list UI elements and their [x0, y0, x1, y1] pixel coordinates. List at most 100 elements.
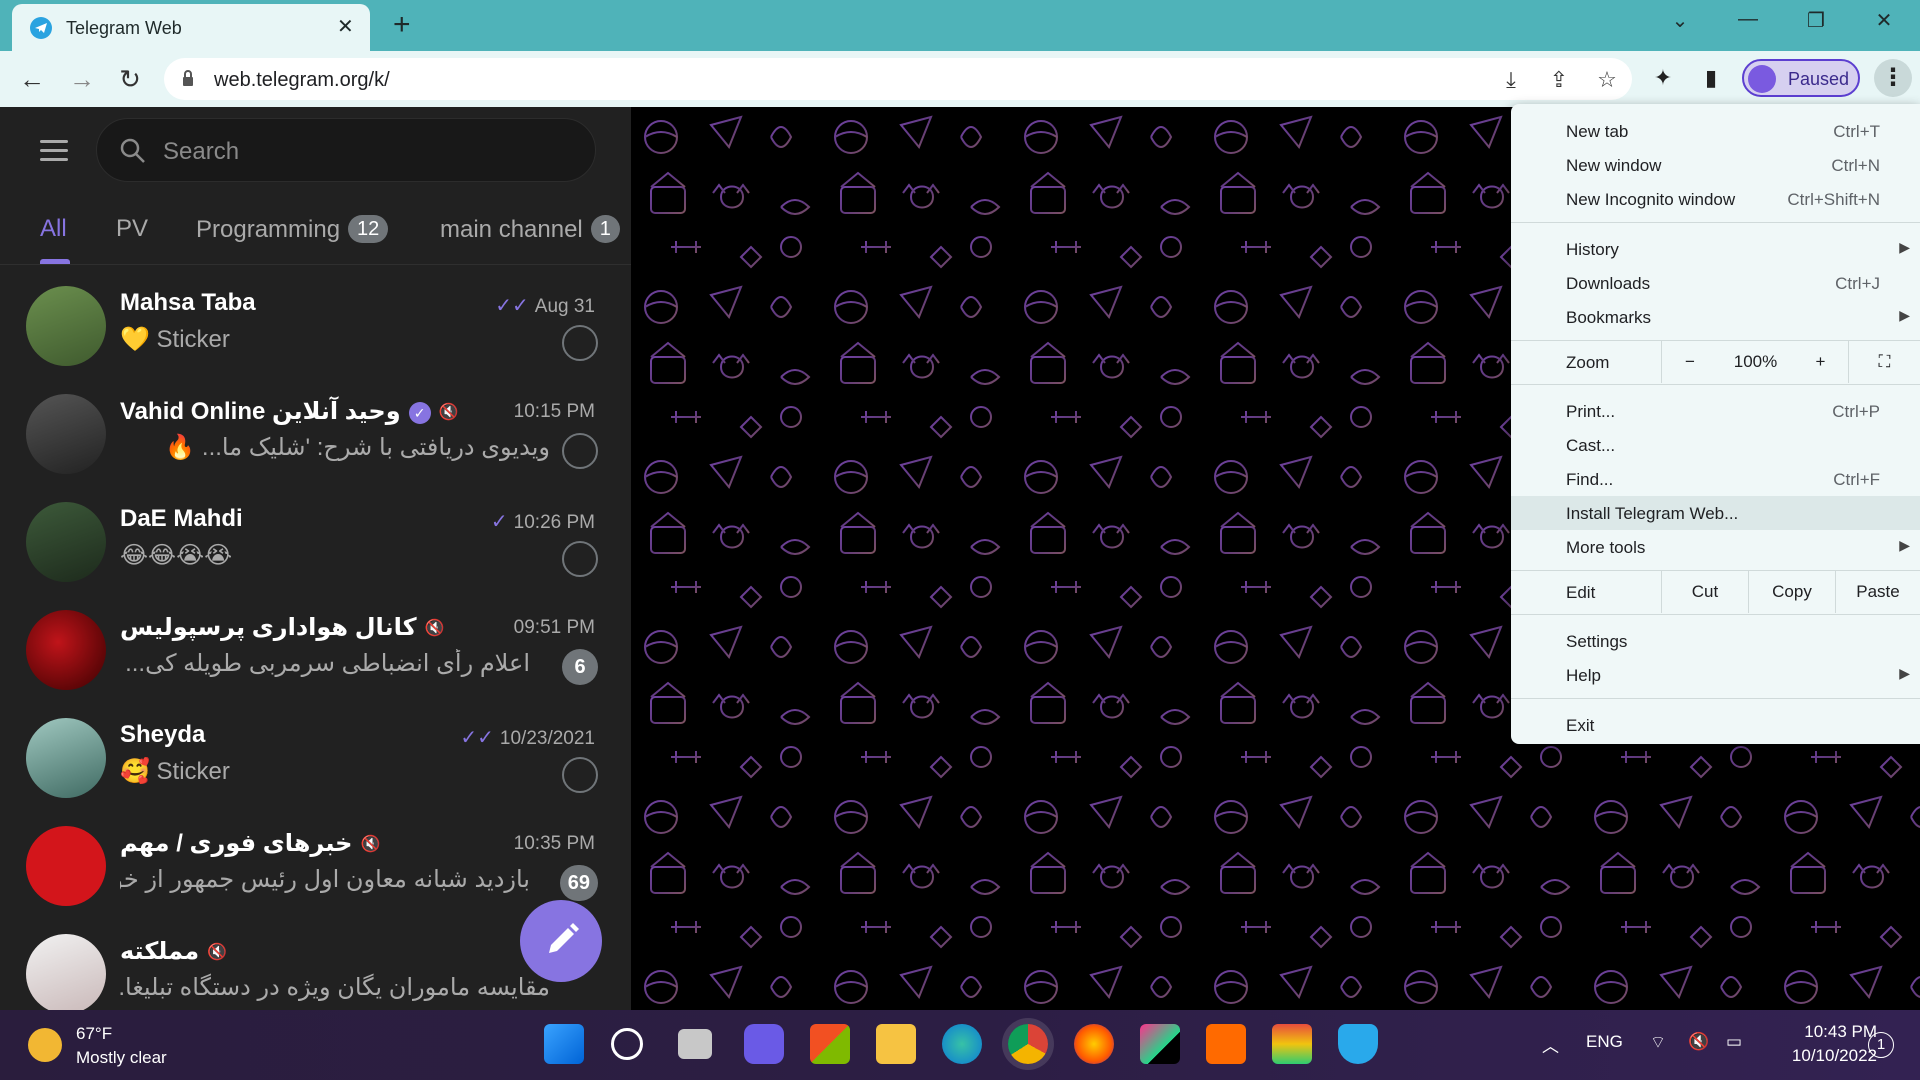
forward-button[interactable]: → — [66, 63, 98, 95]
tab-close-icon[interactable]: ✕ — [337, 14, 354, 39]
orange-app-icon[interactable] — [1206, 1024, 1246, 1064]
battery-icon[interactable]: ▭ — [1726, 1032, 1742, 1052]
notification-badge[interactable]: 1 — [1868, 1032, 1894, 1058]
menu-item-bookmarks[interactable]: Bookmarks ▶ — [1511, 300, 1920, 334]
chat-name: Mahsa Taba — [120, 289, 256, 316]
menu-item-find[interactable]: Find... Ctrl+F — [1511, 462, 1920, 496]
microsoft-store-icon[interactable] — [810, 1024, 850, 1064]
menu-item-cast[interactable]: Cast... — [1511, 428, 1920, 462]
telegram-sidebar: Search All PV Programming 12 main channel… — [0, 107, 631, 1010]
menu-item-new-incognito[interactable]: New Incognito window Ctrl+Shift+N — [1511, 182, 1920, 216]
bookmark-star-icon[interactable]: ☆ — [1594, 67, 1620, 93]
profile-status: Paused — [1788, 69, 1850, 89]
weather-description[interactable]: Mostly clear — [76, 1048, 167, 1068]
new-message-button[interactable] — [520, 900, 602, 982]
tab-search-icon[interactable]: ⌄ — [1660, 8, 1700, 38]
tab-programming[interactable]: Programming 12 — [196, 215, 389, 244]
chat-row[interactable]: Mahsa Taba ✓✓ Aug 31 💛 Sticker — [0, 266, 631, 374]
install-app-icon[interactable]: ⤓ — [1498, 67, 1524, 93]
chat-row[interactable]: Sheyda ✓✓ 10/23/2021 🥰 Sticker — [0, 698, 631, 806]
zoom-in-button[interactable]: + — [1793, 341, 1848, 383]
bluestacks-icon[interactable] — [1272, 1024, 1312, 1064]
chrome-icon[interactable] — [1008, 1024, 1048, 1064]
menu-item-history[interactable]: History ▶ — [1511, 232, 1920, 266]
tab-main-channel[interactable]: main channel 1 — [440, 215, 620, 244]
menu-item-new-tab[interactable]: New tab Ctrl+T — [1511, 114, 1920, 148]
chat-name: خبرهای فوری / مهم 🔇 — [120, 829, 380, 858]
chat-row[interactable]: کانال هواداری پرسپولیس 🔇 09:51 PM اعلام ر… — [0, 590, 631, 698]
firefox-icon[interactable] — [1074, 1024, 1114, 1064]
language-indicator[interactable]: ENG — [1586, 1032, 1623, 1052]
chat-row[interactable]: Vahid Online وحید آنلاین ✓ 🔇 10:15 PM ویدی… — [0, 374, 631, 482]
tab-pv[interactable]: PV — [116, 215, 148, 243]
clock-date[interactable]: 10/10/2022 — [1768, 1046, 1877, 1066]
cut-button[interactable]: Cut — [1661, 571, 1748, 613]
volume-muted-icon[interactable]: 🔇 — [1688, 1032, 1709, 1052]
chat-row[interactable]: DaE Mahdi ✓ 10:26 PM 😂😂😭😭 — [0, 482, 631, 590]
tab-all[interactable]: All — [40, 215, 67, 243]
chat-row[interactable]: خبرهای فوری / مهم 🔇 10:35 PM بازدید شبانه… — [0, 806, 631, 914]
menu-label: Cast... — [1566, 436, 1616, 455]
vpn-shield-icon[interactable] — [1338, 1024, 1378, 1064]
menu-item-install-app[interactable]: Install Telegram Web... — [1511, 496, 1920, 530]
avatar — [26, 610, 106, 690]
submenu-arrow-icon: ▶ — [1899, 537, 1910, 553]
menu-label: New Incognito window — [1566, 190, 1736, 209]
minimize-button[interactable]: — — [1728, 8, 1768, 38]
avatar — [26, 718, 106, 798]
tab-label: All — [40, 215, 67, 242]
profile-button[interactable]: Paused — [1742, 59, 1860, 97]
new-tab-button[interactable]: + — [393, 8, 411, 42]
copy-button[interactable]: Copy — [1748, 571, 1835, 613]
share-icon[interactable]: ⇪ — [1546, 67, 1572, 93]
menu-label: More tools — [1566, 538, 1646, 557]
side-panel-icon[interactable]: ▮ — [1696, 63, 1726, 93]
menu-item-more-tools[interactable]: More tools ▶ — [1511, 530, 1920, 564]
close-window-button[interactable]: ✕ — [1864, 8, 1904, 38]
menu-item-new-window[interactable]: New window Ctrl+N — [1511, 148, 1920, 182]
chat-name: Vahid Online وحید آنلاین ✓ 🔇 — [120, 397, 459, 426]
menu-item-help[interactable]: Help ▶ — [1511, 658, 1920, 692]
edge-icon[interactable] — [942, 1024, 982, 1064]
zoom-out-button[interactable]: − — [1661, 341, 1718, 383]
hamburger-menu-icon[interactable] — [40, 140, 68, 162]
fullscreen-icon[interactable]: ⛶ — [1848, 341, 1920, 383]
pin-icon — [562, 757, 598, 793]
submenu-arrow-icon: ▶ — [1899, 307, 1910, 323]
browser-tab[interactable]: Telegram Web ✕ — [12, 4, 370, 51]
restore-button[interactable]: ❐ — [1796, 8, 1836, 38]
chat-time-value: Aug 31 — [534, 296, 595, 317]
paste-button[interactable]: Paste — [1835, 571, 1920, 613]
teams-chat-icon[interactable] — [744, 1024, 784, 1064]
address-bar[interactable]: web.telegram.org/k/ ⤓ ⇪ ☆ — [164, 58, 1632, 100]
submenu-arrow-icon: ▶ — [1899, 239, 1910, 255]
start-windows-icon[interactable] — [544, 1024, 584, 1064]
menu-item-exit[interactable]: Exit — [1511, 708, 1920, 742]
menu-item-print[interactable]: Print... Ctrl+P — [1511, 394, 1920, 428]
tray-chevron-up-icon[interactable]: ︿ — [1542, 1032, 1559, 1057]
url-text[interactable]: web.telegram.org/k/ — [214, 69, 390, 92]
menu-divider — [1511, 614, 1920, 615]
back-button[interactable]: ← — [16, 63, 48, 95]
pin-icon — [562, 433, 598, 469]
wifi-icon[interactable]: ⌔ — [1650, 1032, 1666, 1053]
chat-last-message: 😂😂😭😭 — [120, 542, 233, 569]
reload-button[interactable]: ↻ — [114, 63, 146, 95]
menu-label: Downloads — [1566, 274, 1651, 293]
double-check-icon: ✓✓ — [495, 295, 529, 317]
chrome-menu-button[interactable]: ⋮ — [1874, 59, 1912, 97]
search-icon[interactable] — [611, 1028, 643, 1060]
chat-name: مملکته 🔇 — [120, 937, 227, 966]
menu-shortcut: Ctrl+Shift+N — [1787, 190, 1880, 209]
weather-moon-icon[interactable] — [28, 1028, 62, 1062]
menu-item-downloads[interactable]: Downloads Ctrl+J — [1511, 266, 1920, 300]
zoom-label: Zoom — [1566, 353, 1610, 372]
extensions-puzzle-icon[interactable]: ✦ — [1648, 63, 1678, 93]
weather-temperature[interactable]: 67°F — [76, 1024, 112, 1044]
file-explorer-icon[interactable] — [876, 1024, 916, 1064]
search-input[interactable]: Search — [96, 118, 596, 182]
task-view-icon[interactable] — [678, 1029, 712, 1059]
menu-item-settings[interactable]: Settings — [1511, 624, 1920, 658]
pycharm-icon[interactable] — [1140, 1024, 1180, 1064]
clock-time[interactable]: 10:43 PM — [1782, 1022, 1877, 1042]
